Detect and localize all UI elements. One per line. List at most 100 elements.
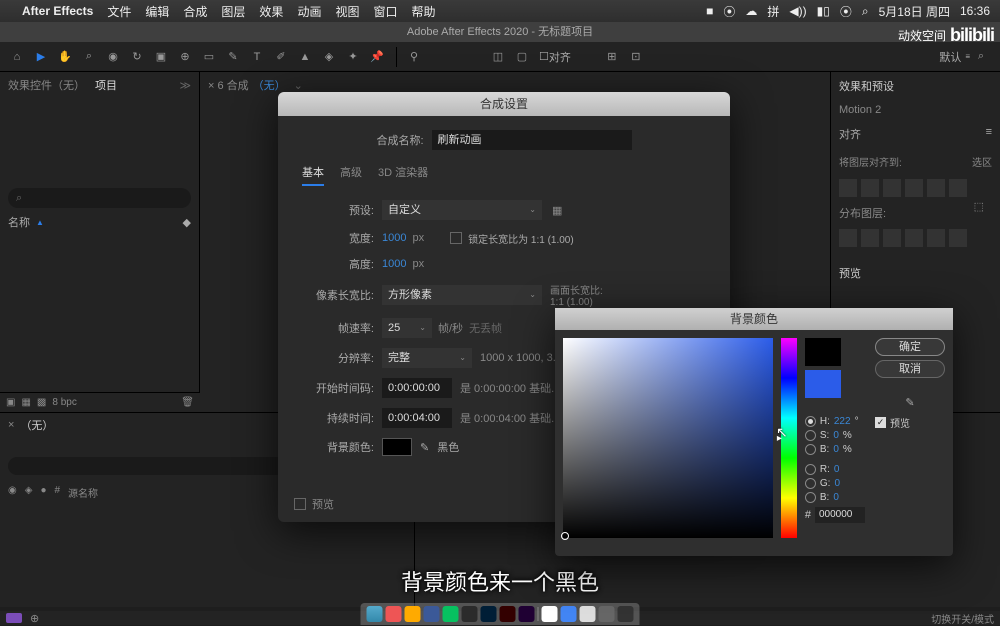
dock-app-3[interactable] bbox=[424, 606, 440, 622]
photoshop-icon[interactable] bbox=[481, 606, 497, 622]
r-radio[interactable] bbox=[805, 464, 816, 475]
g-radio[interactable] bbox=[805, 478, 816, 489]
source-name-column[interactable]: 源名称 bbox=[68, 485, 98, 500]
rect-tool-icon[interactable]: ▭ bbox=[198, 46, 220, 68]
effects-presets-panel[interactable]: 效果和预设 bbox=[831, 72, 1000, 100]
par-dropdown[interactable]: 方形像素⌄ bbox=[382, 285, 542, 305]
cloud-icon[interactable]: ☁ bbox=[745, 4, 757, 18]
ime-indicator[interactable]: 拼 bbox=[767, 3, 779, 20]
rotate-tool-icon[interactable]: ↻ bbox=[126, 46, 148, 68]
home-icon[interactable]: ⌂ bbox=[6, 46, 28, 68]
h-value[interactable]: 222 bbox=[834, 416, 851, 427]
puppet-tool-icon[interactable]: 📌 bbox=[366, 46, 388, 68]
menu-anim[interactable]: 动画 bbox=[297, 3, 321, 20]
name-column[interactable]: 名称 bbox=[8, 214, 30, 230]
height-value[interactable]: 1000 bbox=[382, 258, 406, 270]
menu-view[interactable]: 视图 bbox=[335, 3, 359, 20]
align-left-icon[interactable] bbox=[839, 179, 857, 197]
project-search[interactable]: ⌕ bbox=[8, 188, 191, 208]
comp-tab-prefix[interactable]: × 6 合成 bbox=[208, 77, 249, 93]
dist-3-icon[interactable] bbox=[883, 229, 901, 247]
battery-icon[interactable]: ▮▯ bbox=[817, 4, 830, 18]
align-right-icon[interactable] bbox=[883, 179, 901, 197]
s-value[interactable]: 0 bbox=[833, 430, 839, 441]
volume-icon[interactable]: ◀)) bbox=[789, 4, 806, 18]
motion2-panel[interactable]: Motion 2 bbox=[831, 100, 1000, 120]
bb-value[interactable]: 0 bbox=[833, 492, 839, 503]
aftereffects-icon[interactable] bbox=[519, 606, 535, 622]
folder-icon[interactable]: ▣ bbox=[6, 397, 15, 408]
preview-checkbox[interactable]: ✓ bbox=[875, 417, 886, 428]
camera-icon[interactable]: ■ bbox=[706, 4, 713, 18]
label-column-icon[interactable]: ● bbox=[40, 485, 46, 500]
fps-dropdown[interactable]: 25⌄ bbox=[382, 318, 432, 338]
hex-input[interactable]: 000000 bbox=[815, 507, 865, 523]
date[interactable]: 5月18日 周四 bbox=[879, 3, 950, 20]
bg-color-swatch[interactable] bbox=[382, 438, 412, 456]
dock-app-11[interactable] bbox=[580, 606, 596, 622]
lock-column-icon[interactable]: ◈ bbox=[25, 485, 33, 500]
roto-tool-icon[interactable]: ✦ bbox=[342, 46, 364, 68]
g-value[interactable]: 0 bbox=[834, 478, 840, 489]
snap-toggle[interactable]: ☐ 对齐 bbox=[539, 49, 571, 65]
trash-preset-icon[interactable]: ▦ bbox=[552, 204, 562, 217]
mask-mode-icon[interactable]: ◫ bbox=[487, 46, 509, 68]
adj-icon[interactable]: ▩ bbox=[37, 397, 46, 408]
preset-dropdown[interactable]: 自定义⌄ bbox=[382, 200, 542, 220]
menu-layer[interactable]: 图层 bbox=[221, 3, 245, 20]
wifi-icon[interactable]: ⦿ bbox=[840, 3, 852, 20]
menu-edit[interactable]: 编辑 bbox=[145, 3, 169, 20]
effect-controls-tab[interactable]: 效果控件（无） bbox=[8, 77, 85, 93]
cancel-button[interactable]: 取消 bbox=[875, 360, 945, 378]
start-timecode-input[interactable]: 0:00:00:00 bbox=[382, 378, 452, 398]
project-tab[interactable]: 项目 bbox=[95, 77, 117, 93]
r-value[interactable]: 0 bbox=[834, 464, 840, 475]
dist-5-icon[interactable] bbox=[927, 229, 945, 247]
menu-comp[interactable]: 合成 bbox=[183, 3, 207, 20]
illustrator-icon[interactable] bbox=[500, 606, 516, 622]
camera-tool-icon[interactable]: ▣ bbox=[150, 46, 172, 68]
stop-icon[interactable]: ⦿ bbox=[723, 3, 735, 20]
b-radio[interactable] bbox=[805, 444, 816, 455]
align-to-value[interactable]: 选区 bbox=[972, 154, 992, 169]
b-value[interactable]: 0 bbox=[833, 444, 839, 455]
dock-app-1[interactable] bbox=[386, 606, 402, 622]
switches-label[interactable]: 切换开关/模式 bbox=[931, 611, 994, 626]
res-dropdown[interactable]: 完整⌄ bbox=[382, 348, 472, 368]
align-hcenter-icon[interactable] bbox=[861, 179, 879, 197]
timeline-tab[interactable]: （无） bbox=[20, 417, 53, 433]
menu-file[interactable]: 文件 bbox=[107, 3, 131, 20]
eraser-tool-icon[interactable]: ◈ bbox=[318, 46, 340, 68]
hand-tool-icon[interactable]: ✋ bbox=[54, 46, 76, 68]
search-icon[interactable]: ⌕ bbox=[862, 4, 869, 19]
saturation-value-field[interactable] bbox=[563, 338, 773, 538]
tab-advanced[interactable]: 高级 bbox=[340, 160, 362, 186]
label-color-icon[interactable] bbox=[6, 613, 22, 623]
grid-icon[interactable]: ⊞ bbox=[601, 46, 623, 68]
shape-mode-icon[interactable]: ▢ bbox=[511, 46, 533, 68]
width-value[interactable]: 1000 bbox=[382, 232, 406, 244]
pen-tool-icon[interactable]: ✎ bbox=[222, 46, 244, 68]
trash-icon[interactable]: 🗑 bbox=[181, 397, 194, 408]
label-column-icon[interactable]: ◆ bbox=[183, 216, 191, 229]
menu-help[interactable]: 帮助 bbox=[411, 3, 435, 20]
comp-icon[interactable]: ▦ bbox=[21, 397, 30, 408]
orbit-tool-icon[interactable]: ◉ bbox=[102, 46, 124, 68]
duration-input[interactable]: 0:00:04:00 bbox=[382, 408, 452, 428]
expand-icon[interactable]: ⊕ bbox=[30, 612, 39, 625]
preview-panel[interactable]: 预览 bbox=[831, 259, 1000, 287]
align-panel[interactable]: 对齐 bbox=[839, 126, 861, 142]
bb-radio[interactable] bbox=[805, 492, 816, 503]
menu-effect[interactable]: 效果 bbox=[259, 3, 283, 20]
dist-6-icon[interactable] bbox=[949, 229, 967, 247]
sv-cursor[interactable] bbox=[561, 532, 569, 540]
dock-app-2[interactable] bbox=[405, 606, 421, 622]
workspace-dropdown[interactable]: 默认 ≡ bbox=[939, 49, 970, 65]
zoom-tool-icon[interactable]: ⌕ bbox=[78, 46, 100, 68]
search-help-icon[interactable]: ⌕ bbox=[970, 46, 992, 68]
text-tool-icon[interactable]: T bbox=[246, 46, 268, 68]
tab-renderer[interactable]: 3D 渲染器 bbox=[378, 160, 428, 186]
align-top-icon[interactable] bbox=[905, 179, 923, 197]
eyedropper-icon[interactable]: ✎ bbox=[875, 396, 945, 409]
tab-basic[interactable]: 基本 bbox=[302, 160, 324, 186]
